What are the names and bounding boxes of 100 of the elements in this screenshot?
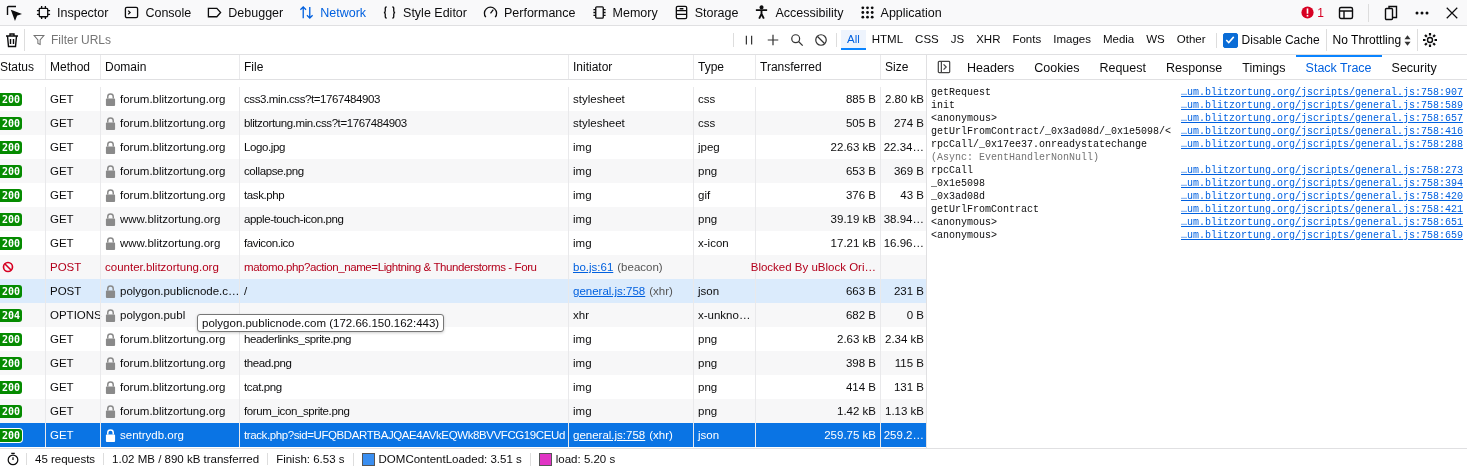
- size-cell: 2.80 kB: [885, 93, 924, 105]
- domain-cell: polygon.publ: [120, 309, 186, 321]
- status-text: 45 requests: [35, 453, 96, 465]
- status-badge: 200: [0, 428, 23, 442]
- transferred-cell: 2.63 kB: [837, 333, 876, 345]
- method-cell: GET: [50, 237, 74, 249]
- initiator-cell: (xhr): [649, 429, 673, 441]
- status-badge: 200: [0, 236, 23, 250]
- size-cell: 259.2…: [883, 429, 924, 441]
- domain-cell: www.blitzortung.org: [120, 237, 221, 249]
- method-cell: POST: [50, 261, 82, 273]
- status-badge: 204: [0, 308, 23, 322]
- size-cell: 16.96…: [883, 237, 924, 249]
- domain-cell: forum.blitzortung.org: [120, 165, 226, 177]
- type-cell: x-unkno…: [698, 309, 751, 321]
- status-text: DOMContentLoaded: 3.51 s: [378, 453, 522, 465]
- type-cell: jpeg: [698, 141, 720, 153]
- file-cell: Logo.jpg: [244, 141, 285, 153]
- initiator-cell: stylesheet: [573, 93, 625, 105]
- domain-cell: forum.blitzortung.org: [120, 93, 226, 105]
- size-cell: 22.34…: [883, 141, 924, 153]
- status-badge: 200: [0, 380, 23, 394]
- function-name: _0x3ad08d: [931, 190, 986, 203]
- size-cell: 38.94…: [883, 213, 924, 225]
- domain-cell: sentrydb.org: [120, 429, 184, 441]
- function-name: getUrlFromContract: [931, 203, 1041, 216]
- tooltip: polygon.publicnode.com (172.66.150.162:443): [197, 314, 445, 332]
- size-cell: 1.13 kB: [885, 405, 924, 417]
- file-cell: blitzortung.min.css?t=1767484903: [244, 117, 407, 129]
- status-badge: 200: [0, 404, 23, 418]
- file-cell: thead.png: [244, 357, 292, 369]
- transferred-cell: 398 B: [845, 357, 876, 369]
- file-cell: task.php: [244, 189, 285, 201]
- initiator-cell: img: [573, 405, 592, 417]
- method-cell: GET: [50, 405, 74, 417]
- status-badge: 200: [0, 140, 23, 154]
- method-cell: POST: [50, 285, 82, 297]
- status-badge: 200: [0, 164, 23, 178]
- type-cell: json: [698, 429, 720, 441]
- type-cell: css: [698, 93, 716, 105]
- function-name: rpcCall: [931, 164, 974, 177]
- domain-cell: forum.blitzortung.org: [120, 141, 226, 153]
- status-text: load: 5.20 s: [555, 453, 616, 465]
- status-badge: 200: [0, 356, 23, 370]
- transferred-cell: 39.19 kB: [830, 213, 876, 225]
- transferred-cell: 663 B: [845, 285, 876, 297]
- type-cell: x-icon: [698, 237, 729, 249]
- status-badge: 200: [0, 212, 23, 226]
- status-badge: 200: [0, 284, 23, 298]
- initiator-cell: (beacon): [617, 261, 663, 273]
- initiator-cell: img: [573, 237, 592, 249]
- size-cell: 43 B: [900, 189, 924, 201]
- file-cell: headerlinks_sprite.png: [244, 333, 351, 345]
- initiator-cell: img: [573, 213, 592, 225]
- domain-cell: forum.blitzortung.org: [120, 357, 226, 369]
- method-cell: GET: [50, 381, 74, 393]
- initiator-cell: img: [573, 357, 592, 369]
- status-badge: 200: [0, 188, 23, 202]
- method-cell: GET: [50, 333, 74, 345]
- transferred-cell: 1.42 kB: [837, 405, 876, 417]
- file-cell: track.php?sid=UFQBDARTBAJQAE4AVkEQWk8BVVFCG19CEUd: [244, 429, 565, 441]
- type-cell: png: [698, 333, 718, 345]
- initiator-cell: img: [573, 381, 592, 393]
- initiator-cell: img: [573, 165, 592, 177]
- status-text: Finish: 6.53 s: [276, 453, 345, 465]
- initiator-cell: (xhr): [649, 285, 673, 297]
- method-cell: GET: [50, 429, 74, 441]
- domain-cell: forum.blitzortung.org: [120, 117, 226, 129]
- size-cell: 115 B: [894, 357, 924, 369]
- file-cell: collapse.png: [244, 165, 304, 177]
- initiator-cell: img: [573, 189, 592, 201]
- function-name: getRequest: [931, 86, 992, 99]
- transferred-cell: 22.63 kB: [830, 141, 876, 153]
- checkbox-label: Disable Cache: [1241, 33, 1320, 47]
- file-cell: apple-touch-icon.png: [244, 213, 344, 225]
- method-cell: GET: [50, 93, 74, 105]
- transferred-cell: 414 B: [845, 381, 876, 393]
- function-name: <anonymous>: [931, 112, 998, 125]
- transferred-cell: 885 B: [845, 93, 876, 105]
- status-badge: 200: [0, 92, 23, 106]
- domain-cell: www.blitzortung.org: [120, 213, 221, 225]
- file-cell: forum_icon_sprite.png: [244, 405, 350, 417]
- transferred-cell: 505 B: [845, 117, 876, 129]
- method-cell: OPTIONS: [50, 309, 102, 321]
- status-text: 1.02 MB / 890 kB transferred: [112, 453, 260, 465]
- initiator-cell: img: [573, 141, 592, 153]
- type-cell: gif: [698, 189, 711, 201]
- initiator-cell: img: [573, 333, 592, 345]
- transferred-cell: Blocked By uBlock Ori…: [750, 261, 876, 273]
- domain-cell: forum.blitzortung.org: [120, 189, 226, 201]
- size-cell: 2.34 kB: [885, 333, 924, 345]
- method-cell: GET: [50, 357, 74, 369]
- function-name: _0x1e5098: [931, 177, 986, 190]
- domain-cell: forum.blitzortung.org: [120, 333, 226, 345]
- transferred-cell: 682 B: [845, 309, 876, 321]
- transferred-cell: 653 B: [845, 165, 876, 177]
- size-cell: 231 B: [893, 285, 924, 297]
- file-cell: tcat.png: [244, 381, 282, 393]
- file-cell: /: [244, 285, 247, 297]
- size-cell: 369 B: [893, 165, 924, 177]
